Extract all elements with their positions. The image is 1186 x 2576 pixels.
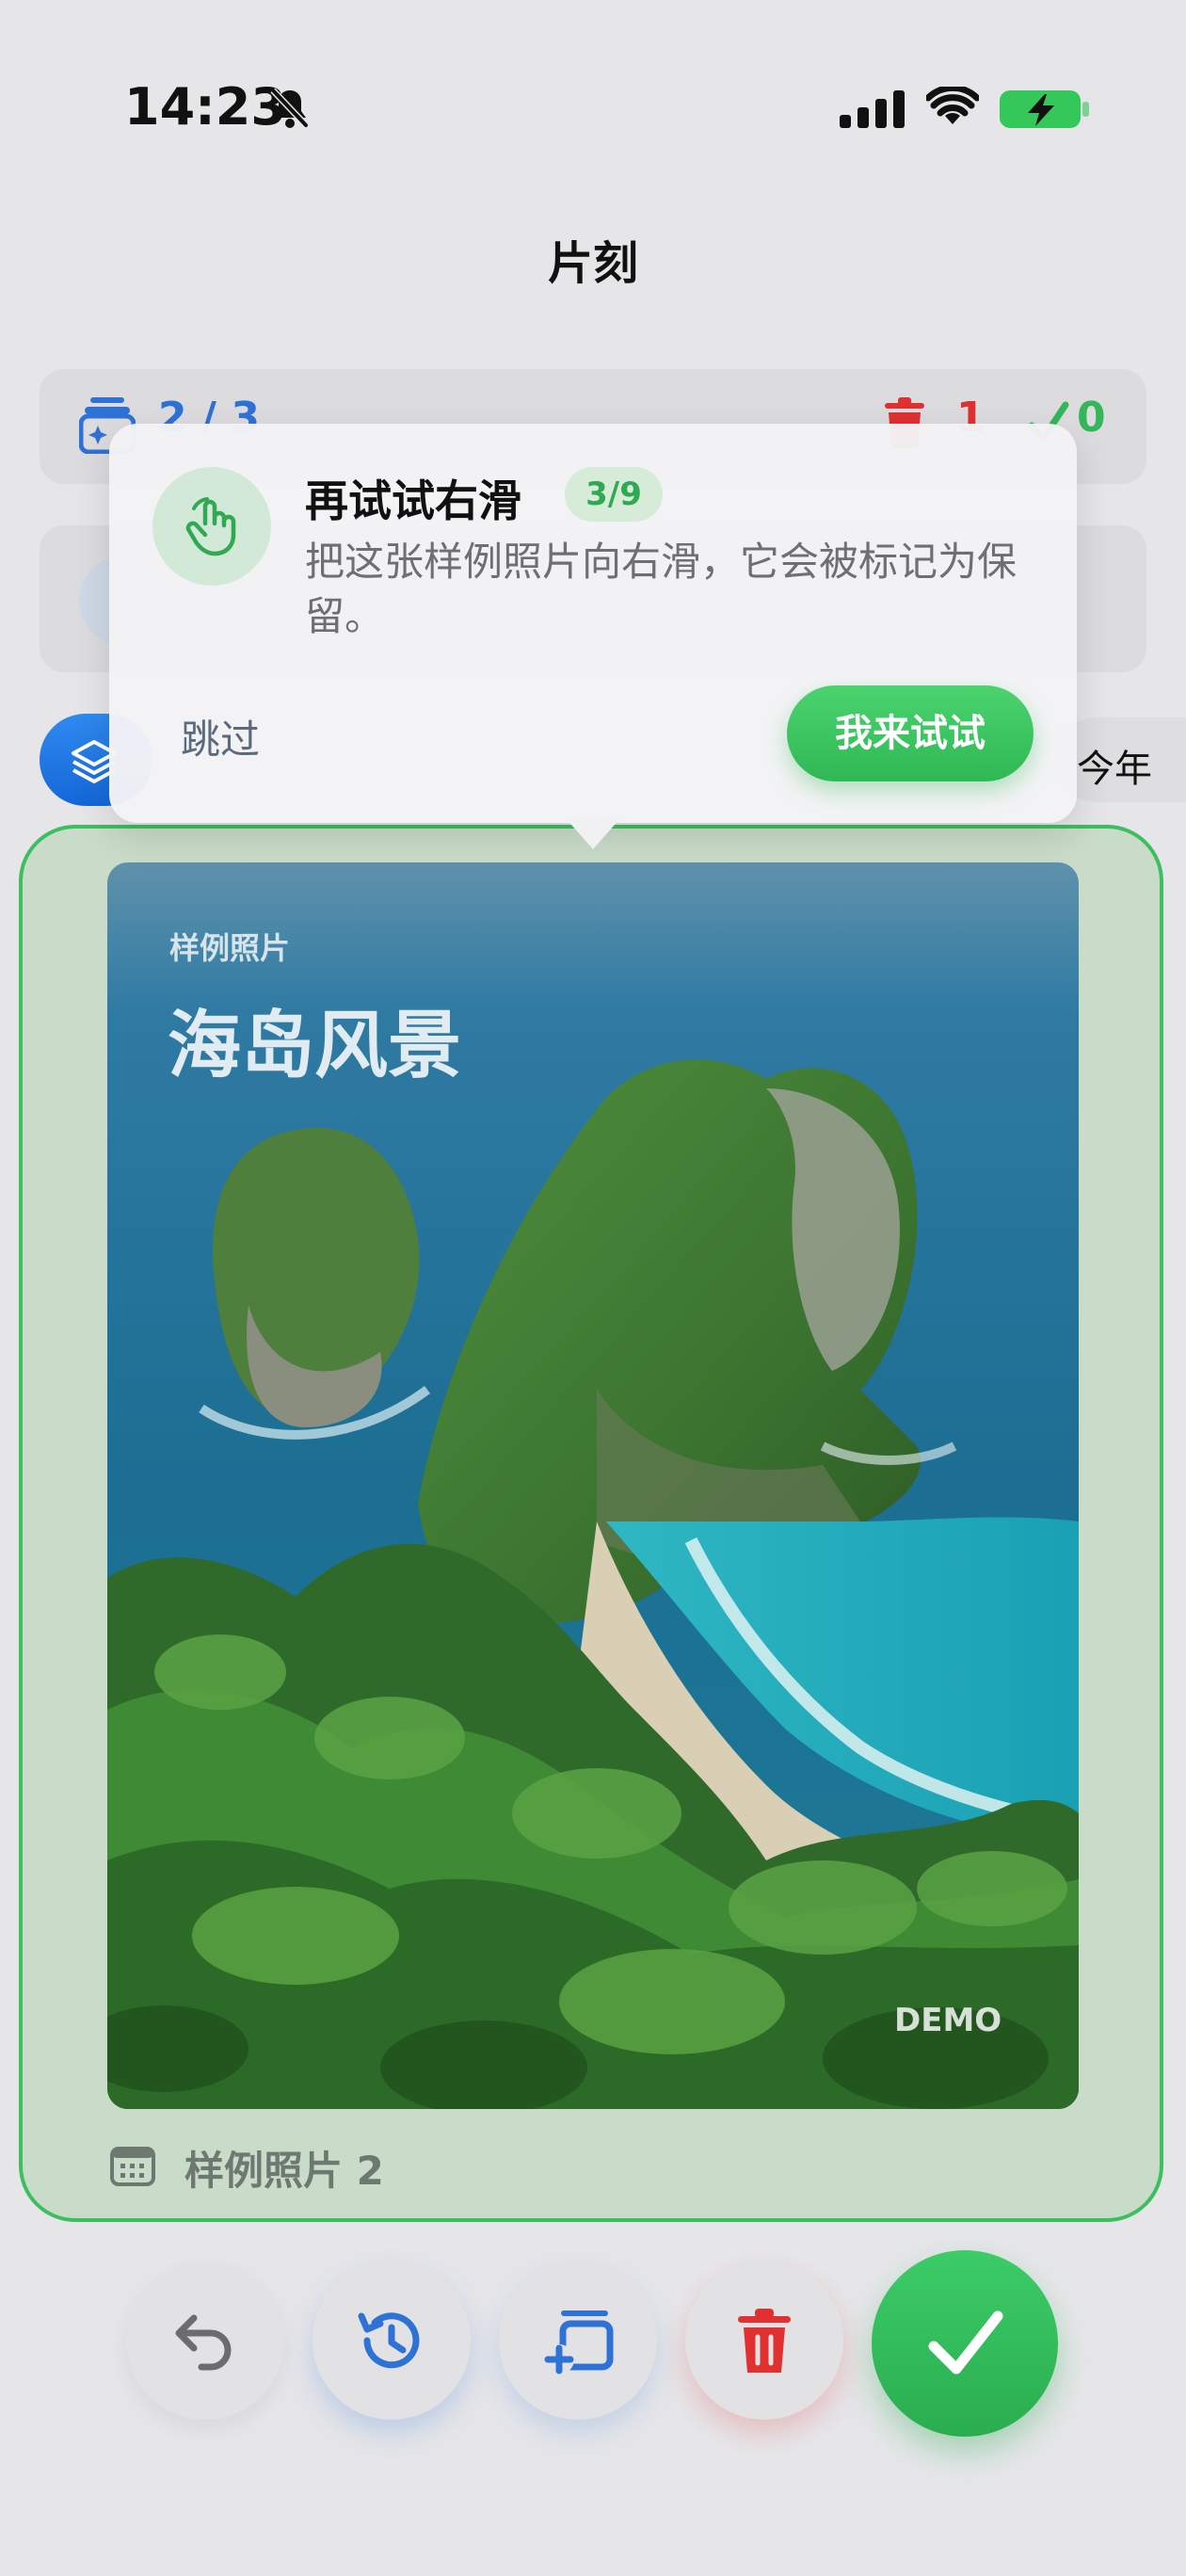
photo-title: 海岛风景 [168, 1004, 462, 1088]
photo-kicker: 样例照片 [169, 930, 291, 966]
hand-swipe-icon [185, 497, 236, 556]
step-badge: 3/9 [565, 467, 663, 522]
bell-slash-icon [270, 88, 310, 129]
battery-charging-icon [1000, 90, 1089, 128]
tooltip-description: 把这张样例照片向右滑，它会被标记为保留。 [305, 539, 1018, 639]
skip-button[interactable]: 跳过 [181, 708, 260, 765]
tooltip-title: 再试试右滑 [305, 475, 521, 526]
history-button[interactable] [313, 2262, 471, 2420]
page-title: 片刻 [547, 237, 638, 290]
add-album-icon [544, 2310, 614, 2375]
delete-button[interactable] [685, 2262, 843, 2420]
demo-watermark: DEMO [894, 2002, 1002, 2039]
history-clock-icon [358, 2312, 420, 2369]
undo-arrow-icon [175, 2314, 232, 2371]
trash-icon [738, 2309, 791, 2373]
tooltip-arrow [565, 817, 621, 849]
calendar-icon [110, 2147, 155, 2186]
status-time: 14:23 [124, 77, 286, 137]
keep-count: 0 [1077, 394, 1106, 442]
wifi-icon [926, 87, 979, 124]
try-it-button[interactable]: 我来试试 [787, 685, 1034, 781]
cellular-signal-icon [840, 90, 905, 128]
photo-caption: 样例照片 2 [184, 2148, 384, 2194]
add-to-album-button[interactable] [499, 2262, 657, 2420]
undo-button[interactable] [126, 2262, 284, 2420]
year-filter-label: 今年 [1077, 748, 1152, 791]
checkmark-icon [928, 2310, 1003, 2375]
keep-button[interactable] [872, 2250, 1058, 2437]
